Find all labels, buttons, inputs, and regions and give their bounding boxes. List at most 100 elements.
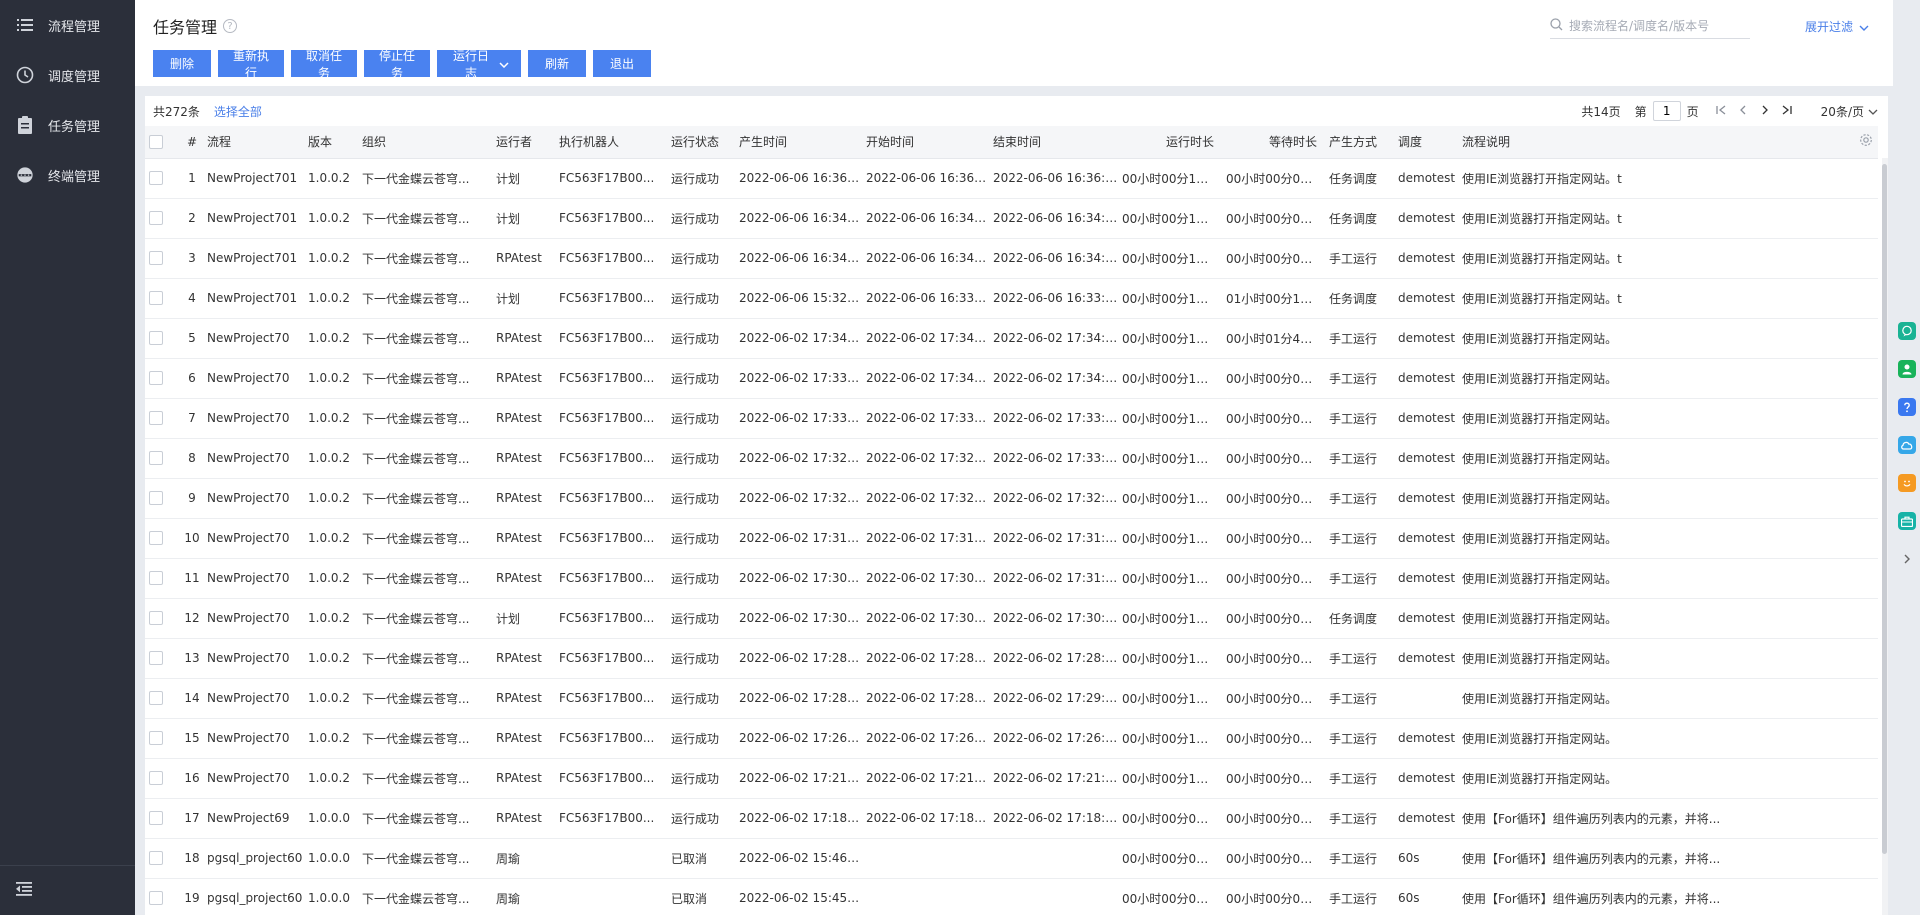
table-row[interactable]: 9 NewProject70 1.0.0.2 下一代金蝶云苍穹... RPAtest FC…: [145, 478, 1878, 518]
row-checkbox-cell[interactable]: [145, 278, 177, 318]
row-checkbox-cell[interactable]: [145, 238, 177, 278]
next-page-icon[interactable]: [1759, 104, 1771, 119]
row-checkbox-cell[interactable]: [145, 638, 177, 678]
row-checkbox-cell[interactable]: [145, 478, 177, 518]
exit-button[interactable]: 退出: [593, 50, 651, 77]
run-log-dropdown[interactable]: 运行日志: [437, 49, 521, 80]
table-row[interactable]: 6 NewProject70 1.0.0.2 下一代金蝶云苍穹... RPAtest FC…: [145, 358, 1878, 398]
col-created[interactable]: 产生时间: [735, 126, 862, 159]
col-process[interactable]: 流程: [203, 126, 304, 159]
table-row[interactable]: 13 NewProject70 1.0.0.2 下一代金蝶云苍穹... RPAtest F…: [145, 638, 1878, 678]
delete-button[interactable]: 删除: [153, 50, 211, 77]
row-checkbox-cell[interactable]: [145, 878, 177, 915]
table-row[interactable]: 16 NewProject70 1.0.0.2 下一代金蝶云苍穹... RPAtest F…: [145, 758, 1878, 798]
row-checkbox-cell[interactable]: [145, 358, 177, 398]
checkbox[interactable]: [149, 371, 163, 386]
table-row[interactable]: 8 NewProject70 1.0.0.2 下一代金蝶云苍穹... RPAtest FC…: [145, 438, 1878, 478]
sidebar-collapse-button[interactable]: [0, 865, 135, 915]
checkbox[interactable]: [149, 135, 163, 149]
rerun-button[interactable]: 重新执行: [218, 49, 284, 80]
row-checkbox-cell[interactable]: [145, 158, 177, 198]
table-row[interactable]: 14 NewProject70 1.0.0.2 下一代金蝶云苍穹... RPAtest F…: [145, 678, 1878, 718]
col-runner[interactable]: 运行者: [492, 126, 555, 159]
cloud-icon[interactable]: [1897, 436, 1916, 454]
checkbox[interactable]: [149, 731, 163, 746]
row-checkbox-cell[interactable]: [145, 398, 177, 438]
checkbox[interactable]: [149, 211, 163, 226]
col-mode[interactable]: 产生方式: [1325, 126, 1394, 159]
select-all-link[interactable]: 选择全部: [214, 103, 262, 120]
page-size-select[interactable]: 20条/页: [1821, 103, 1878, 120]
checkbox[interactable]: [149, 291, 163, 306]
checkbox[interactable]: [149, 571, 163, 586]
row-checkbox-cell[interactable]: [145, 838, 177, 878]
row-checkbox-cell[interactable]: [145, 318, 177, 358]
help-icon[interactable]: [1897, 398, 1916, 416]
gear-icon[interactable]: [1850, 126, 1878, 159]
table-row[interactable]: 15 NewProject70 1.0.0.2 下一代金蝶云苍穹... RPAtest F…: [145, 718, 1878, 758]
first-page-icon[interactable]: [1715, 104, 1727, 119]
sidebar-item-terminal[interactable]: 终端管理: [0, 150, 135, 200]
stop-task-button[interactable]: 停止任务: [364, 49, 430, 80]
checkbox[interactable]: [149, 771, 163, 786]
checkbox[interactable]: [149, 691, 163, 706]
row-checkbox-cell[interactable]: [145, 718, 177, 758]
row-checkbox-cell[interactable]: [145, 518, 177, 558]
sidebar-item-schedule[interactable]: 调度管理: [0, 50, 135, 100]
chevron-right-icon[interactable]: [1898, 550, 1916, 568]
sidebar-item-task[interactable]: 任务管理: [0, 100, 135, 150]
table-row[interactable]: 12 NewProject70 1.0.0.2 下一代金蝶云苍穹... 计划 FC563F…: [145, 598, 1878, 638]
table-row[interactable]: 1 NewProject701 1.0.0.2 下一代金蝶云苍穹... 计划 FC563F…: [145, 158, 1878, 198]
checkbox[interactable]: [149, 251, 163, 266]
help-icon[interactable]: ?: [223, 19, 238, 33]
col-desc[interactable]: 流程说明: [1458, 126, 1850, 159]
table-row[interactable]: 17 NewProject69 1.0.0.0 下一代金蝶云苍穹... RPAtest F…: [145, 798, 1878, 838]
checkbox[interactable]: [149, 651, 163, 666]
row-checkbox-cell[interactable]: [145, 598, 177, 638]
table-row[interactable]: 2 NewProject701 1.0.0.2 下一代金蝶云苍穹... 计划 FC563F…: [145, 198, 1878, 238]
table-row[interactable]: 19 pgsql_project60 1.0.0.0 下一代金蝶云苍穹... 周瑜 已取消…: [145, 878, 1878, 915]
checkbox[interactable]: [149, 611, 163, 626]
col-robot[interactable]: 执行机器人: [555, 126, 667, 159]
checkbox[interactable]: [149, 811, 163, 826]
checkbox[interactable]: [149, 891, 163, 906]
col-schedule[interactable]: 调度: [1394, 126, 1458, 159]
briefcase-icon[interactable]: [1897, 512, 1916, 530]
checkbox[interactable]: [149, 451, 163, 466]
checkbox[interactable]: [149, 851, 163, 866]
last-page-icon[interactable]: [1781, 104, 1793, 119]
row-checkbox-cell[interactable]: [145, 558, 177, 598]
checkbox[interactable]: [149, 411, 163, 426]
col-duration[interactable]: 运行时长: [1118, 126, 1222, 159]
table-row[interactable]: 7 NewProject70 1.0.0.2 下一代金蝶云苍穹... RPAtest FC…: [145, 398, 1878, 438]
page-input[interactable]: [1652, 101, 1681, 121]
table-row[interactable]: 4 NewProject701 1.0.0.2 下一代金蝶云苍穹... 计划 FC563F…: [145, 278, 1878, 318]
cancel-task-button[interactable]: 取消任务: [291, 49, 357, 80]
checkbox[interactable]: [149, 491, 163, 506]
scrollbar-thumb[interactable]: [1882, 164, 1887, 854]
expand-filter-button[interactable]: 展开过滤: [1805, 18, 1869, 35]
table-row[interactable]: 5 NewProject70 1.0.0.2 下一代金蝶云苍穹... RPAtest FC…: [145, 318, 1878, 358]
search-input[interactable]: [1569, 18, 1749, 33]
col-wait[interactable]: 等待时长: [1222, 126, 1325, 159]
prev-page-icon[interactable]: [1737, 104, 1749, 119]
col-org[interactable]: 组织: [358, 126, 492, 159]
refresh-button[interactable]: 刷新: [528, 50, 586, 77]
user-icon[interactable]: [1897, 360, 1916, 378]
table-row[interactable]: 11 NewProject70 1.0.0.2 下一代金蝶云苍穹... RPAtest F…: [145, 558, 1878, 598]
row-checkbox-cell[interactable]: [145, 198, 177, 238]
row-checkbox-cell[interactable]: [145, 798, 177, 838]
checkbox[interactable]: [149, 171, 163, 186]
table-row[interactable]: 10 NewProject70 1.0.0.2 下一代金蝶云苍穹... RPAtest F…: [145, 518, 1878, 558]
col-start[interactable]: 开始时间: [862, 126, 989, 159]
sidebar-item-process[interactable]: 流程管理: [0, 0, 135, 50]
col-end[interactable]: 结束时间: [989, 126, 1118, 159]
table-row[interactable]: 18 pgsql_project60 1.0.0.0 下一代金蝶云苍穹... 周瑜 已取消…: [145, 838, 1878, 878]
row-checkbox-cell[interactable]: [145, 438, 177, 478]
row-checkbox-cell[interactable]: [145, 678, 177, 718]
smile-icon[interactable]: [1897, 474, 1916, 492]
row-checkbox-cell[interactable]: [145, 758, 177, 798]
checkbox[interactable]: [149, 531, 163, 546]
col-version[interactable]: 版本: [304, 126, 358, 159]
header-checkbox[interactable]: [145, 126, 177, 159]
